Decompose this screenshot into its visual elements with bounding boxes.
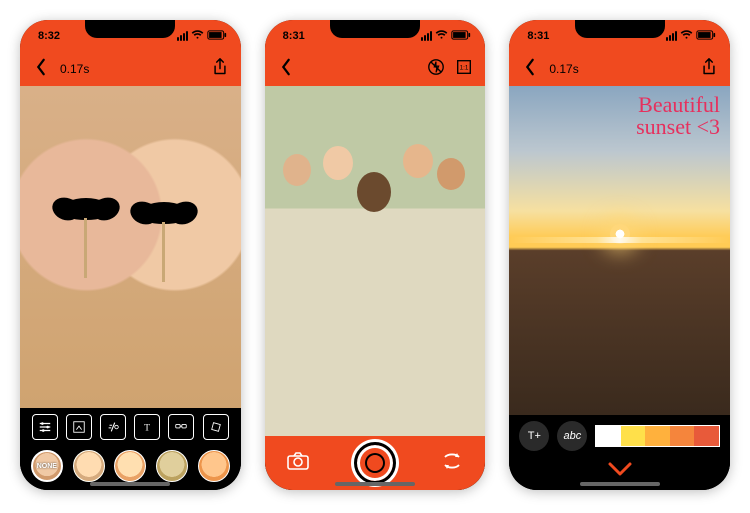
battery-icon — [696, 30, 716, 43]
notch — [575, 20, 665, 38]
back-button[interactable] — [521, 58, 539, 81]
status-icons — [666, 30, 716, 43]
switch-camera-button[interactable] — [440, 451, 464, 476]
overlay-line1: Beautiful — [636, 94, 720, 116]
content-area: Beautiful sunset <3 T+ abc — [509, 86, 730, 490]
transform-tool[interactable] — [66, 414, 92, 440]
back-button[interactable] — [32, 58, 50, 81]
sun-reflection — [509, 237, 730, 243]
adjust-tool[interactable] — [32, 414, 58, 440]
shutter-button[interactable] — [354, 442, 396, 484]
signal-icon — [421, 31, 432, 41]
sticker-tool[interactable] — [168, 414, 194, 440]
text-overlay[interactable]: Beautiful sunset <3 — [636, 94, 720, 138]
swatch[interactable] — [670, 426, 695, 446]
share-button[interactable] — [211, 58, 229, 81]
duration-label: 0.17s — [60, 62, 89, 76]
filter-thumb[interactable] — [114, 450, 146, 482]
signal-icon — [177, 31, 188, 41]
photo-preview[interactable] — [20, 86, 241, 408]
notch — [330, 20, 420, 38]
text-edit-bar: T+ abc — [509, 415, 730, 457]
home-indicator[interactable] — [90, 482, 170, 486]
font-button[interactable]: abc — [557, 421, 587, 451]
swatch[interactable] — [621, 426, 646, 446]
notch — [85, 20, 175, 38]
stick — [162, 222, 165, 282]
filter-thumb[interactable] — [73, 450, 105, 482]
wifi-icon — [680, 30, 693, 43]
share-button[interactable] — [700, 58, 718, 81]
tool-row: T — [20, 408, 241, 446]
mustache-sticker — [138, 202, 190, 224]
home-indicator[interactable] — [335, 482, 415, 486]
clock: 8:31 — [283, 30, 305, 42]
svg-text:1:1: 1:1 — [460, 64, 469, 71]
speed-tool[interactable] — [100, 414, 126, 440]
swatch[interactable] — [645, 426, 670, 446]
stick — [84, 218, 87, 278]
back-button[interactable] — [277, 58, 295, 81]
mustache-sticker — [60, 198, 112, 220]
swatch[interactable] — [694, 426, 719, 446]
top-bar: 0.17s — [20, 52, 241, 86]
duration-label: 0.17s — [549, 62, 578, 76]
status-icons — [177, 30, 227, 43]
top-bar: 1:1 — [265, 52, 486, 86]
screenshot-editor: 8:32 0.17s — [20, 20, 241, 490]
screenshot-annotate: 8:31 0.17s Beautifu — [509, 20, 730, 490]
svg-text:T: T — [144, 423, 150, 434]
camera-viewfinder[interactable] — [265, 86, 486, 436]
wifi-icon — [435, 30, 448, 43]
swatch[interactable] — [596, 426, 621, 446]
add-text-button[interactable]: T+ — [519, 421, 549, 451]
filter-thumb[interactable] — [156, 450, 188, 482]
content-area: T NONE — [20, 86, 241, 490]
clock: 8:32 — [38, 30, 60, 42]
top-bar: 0.17s — [509, 52, 730, 86]
filter-thumb[interactable] — [198, 450, 230, 482]
clock: 8:31 — [527, 30, 549, 42]
overlay-line2: sunset <3 — [636, 116, 720, 138]
screenshot-camera: 8:31 1:1 — [265, 20, 486, 490]
battery-icon — [451, 30, 471, 43]
home-indicator[interactable] — [580, 482, 660, 486]
status-icons — [421, 30, 471, 43]
aspect-ratio-icon[interactable]: 1:1 — [455, 58, 473, 81]
battery-icon — [207, 30, 227, 43]
text-tool[interactable]: T — [134, 414, 160, 440]
gallery-button[interactable] — [286, 451, 310, 476]
rotate-tool[interactable] — [203, 414, 229, 440]
filter-thumb-none[interactable]: NONE — [31, 450, 63, 482]
wifi-icon — [191, 30, 204, 43]
content-area — [265, 86, 486, 490]
photo-preview[interactable]: Beautiful sunset <3 — [509, 86, 730, 415]
signal-icon — [666, 31, 677, 41]
people-preview — [265, 86, 486, 436]
flash-off-icon[interactable] — [427, 58, 445, 81]
color-palette[interactable] — [595, 425, 720, 447]
